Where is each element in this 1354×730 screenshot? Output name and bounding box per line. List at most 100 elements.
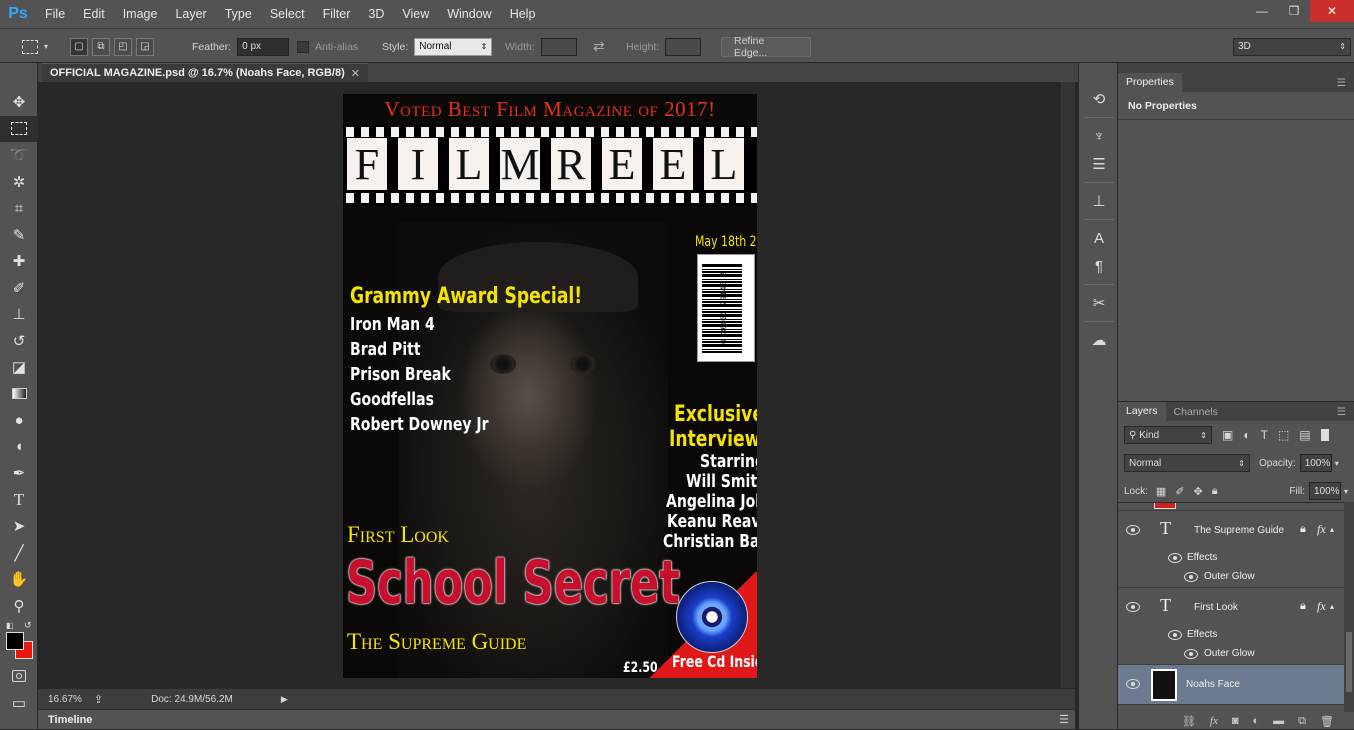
lock-pixels-icon[interactable]: ✐ — [1175, 485, 1184, 498]
swap-dimensions-icon[interactable]: ⇄ — [593, 29, 605, 64]
fill-input[interactable]: 100% — [1308, 482, 1341, 500]
restore-button[interactable]: ❐ — [1278, 0, 1310, 22]
type-tool-icon[interactable]: T — [0, 487, 38, 514]
menu-layer[interactable]: Layer — [166, 0, 215, 28]
panel-menu-icon[interactable]: ☰ — [1329, 77, 1354, 89]
smart-object-filter-icon[interactable]: ▤ — [1299, 428, 1310, 442]
new-selection-icon[interactable]: ▢ — [70, 37, 88, 56]
line-tool-icon[interactable]: ╱ — [0, 540, 38, 567]
chevron-down-icon[interactable]: ▾ — [1344, 487, 1348, 496]
character-icon[interactable]: A — [1079, 224, 1119, 252]
subtract-selection-icon[interactable]: ◰ — [114, 37, 132, 56]
history-brush-icon[interactable]: ↺ — [0, 328, 38, 355]
panel-menu-icon[interactable]: ☰ — [1329, 406, 1354, 418]
width-input[interactable] — [540, 37, 577, 56]
kind-select[interactable]: ⚲ Kind ⇕ — [1124, 426, 1212, 444]
blend-mode-select[interactable]: Normal ⇕ — [1124, 454, 1250, 472]
layers-tab[interactable]: Layers — [1118, 402, 1166, 421]
chevron-up-icon[interactable]: ▴ — [1330, 602, 1334, 611]
panel-menu-icon[interactable]: ☰ — [1059, 713, 1069, 726]
tools-icon[interactable]: ✂ — [1079, 289, 1119, 317]
menu-view[interactable]: View — [393, 0, 438, 28]
menu-select[interactable]: Select — [261, 0, 314, 28]
fx-icon[interactable]: fx — [1317, 599, 1326, 614]
foreground-color-swatch[interactable] — [6, 632, 24, 650]
screen-mode-icon[interactable]: ▭ — [0, 690, 38, 717]
menu-window[interactable]: Window — [438, 0, 500, 28]
add-selection-icon[interactable]: ⧉ — [92, 37, 110, 56]
close-button[interactable]: ✕ — [1310, 0, 1354, 22]
swap-colors-icon[interactable]: ↺ — [24, 620, 32, 631]
layers-scrollbar-thumb[interactable] — [1346, 632, 1352, 692]
eyedropper-icon[interactable]: ✎ — [0, 222, 38, 249]
eye-icon[interactable] — [1168, 630, 1182, 640]
eye-icon[interactable] — [1168, 553, 1182, 563]
type-filter-icon[interactable]: T — [1261, 428, 1268, 442]
magic-wand-icon[interactable]: ✲ — [0, 169, 38, 196]
layers-scrollbar[interactable] — [1344, 502, 1354, 712]
add-mask-icon[interactable]: ◙ — [1232, 715, 1239, 727]
crop-tool-icon[interactable]: ⌗ — [0, 195, 38, 222]
properties-tab[interactable]: Properties — [1118, 73, 1182, 92]
shape-filter-icon[interactable]: ⬚ — [1278, 428, 1289, 442]
layer-name[interactable]: First Look — [1194, 602, 1238, 613]
new-group-icon[interactable]: ▬ — [1273, 715, 1284, 727]
lasso-tool-icon[interactable]: ➰ — [0, 142, 38, 169]
new-adjustment-icon[interactable]: ◐ — [1253, 715, 1260, 727]
document-tab[interactable]: OFFICIAL MAGAZINE.psd @ 16.7% (Noahs Fac… — [42, 63, 368, 82]
menu-3d[interactable]: 3D — [359, 0, 393, 28]
effect-name[interactable]: Outer Glow — [1204, 571, 1255, 582]
quick-mask-icon[interactable] — [0, 663, 38, 690]
menu-image[interactable]: Image — [114, 0, 167, 28]
marquee-tool-icon[interactable] — [0, 115, 38, 142]
style-select[interactable]: Normal ⇕ — [414, 37, 493, 56]
menu-help[interactable]: Help — [501, 0, 545, 28]
pixel-filter-icon[interactable]: ▣ — [1222, 428, 1233, 442]
creative-cloud-icon[interactable]: ☁ — [1079, 326, 1119, 354]
new-layer-icon[interactable]: ⧉ — [1298, 715, 1306, 728]
menu-filter[interactable]: Filter — [314, 0, 360, 28]
channels-tab[interactable]: Channels — [1166, 406, 1226, 418]
layer-name[interactable]: Noahs Face — [1186, 679, 1240, 690]
link-layers-icon[interactable]: ⛓ — [1182, 715, 1196, 728]
tool-preset-picker[interactable]: ▾ — [22, 29, 48, 64]
antialias-checkbox[interactable] — [297, 40, 309, 53]
minimize-button[interactable]: — — [1246, 0, 1278, 22]
workspace-select[interactable]: 3D ⇕ — [1233, 37, 1351, 56]
opacity-input[interactable]: 100% — [1299, 454, 1332, 472]
hand-tool-icon[interactable]: ✋ — [0, 566, 38, 593]
chevron-up-icon[interactable]: ▴ — [1330, 525, 1334, 534]
paragraph-icon[interactable]: ¶ — [1079, 252, 1119, 280]
close-icon[interactable]: ✕ — [351, 67, 360, 80]
eye-icon[interactable] — [1126, 525, 1140, 535]
brush-presets-icon[interactable]: ♆ — [1079, 122, 1119, 150]
move-tool-icon[interactable]: ✥ — [0, 89, 38, 116]
refine-edge-button[interactable]: Refine Edge... — [721, 35, 811, 59]
menu-edit[interactable]: Edit — [74, 0, 114, 28]
eye-icon[interactable] — [1126, 679, 1140, 689]
canvas-vertical-scrollbar[interactable] — [1060, 82, 1075, 688]
layer-row-partial[interactable] — [1118, 503, 1344, 511]
add-style-icon[interactable]: fx — [1210, 715, 1218, 727]
filter-toggle-icon[interactable] — [1320, 429, 1329, 441]
feather-input[interactable]: 0 px — [237, 37, 290, 56]
timeline-panel-tab[interactable]: Timeline ☰ — [38, 709, 1075, 729]
brush-tool-icon[interactable]: ✐ — [0, 275, 38, 302]
gradient-tool-icon[interactable] — [0, 381, 38, 408]
adjustment-filter-icon[interactable]: ◐ — [1243, 428, 1250, 442]
layer-row[interactable]: T The Supreme Guide 🔒︎ fx ▴ Effects Oute… — [1118, 511, 1344, 588]
path-selection-icon[interactable]: ➤ — [0, 513, 38, 540]
eye-icon[interactable] — [1184, 649, 1198, 659]
menu-type[interactable]: Type — [216, 0, 261, 28]
lock-position-icon[interactable]: ✥ — [1194, 485, 1203, 498]
height-input[interactable] — [665, 37, 702, 56]
magazine-cover[interactable]: Voted Best Film Magazine of 2017! F I L … — [343, 94, 757, 678]
adjustments-icon[interactable]: ☰ — [1079, 150, 1119, 178]
healing-brush-icon[interactable]: ✚ — [0, 248, 38, 275]
layer-row-selected[interactable]: Noahs Face — [1118, 665, 1344, 705]
lock-transparent-icon[interactable]: ▦ — [1156, 485, 1166, 498]
clone-stamp-icon[interactable]: ⊥ — [0, 301, 38, 328]
fx-icon[interactable]: fx — [1317, 522, 1326, 537]
menu-file[interactable]: File — [36, 0, 74, 28]
eye-icon[interactable] — [1184, 572, 1198, 582]
